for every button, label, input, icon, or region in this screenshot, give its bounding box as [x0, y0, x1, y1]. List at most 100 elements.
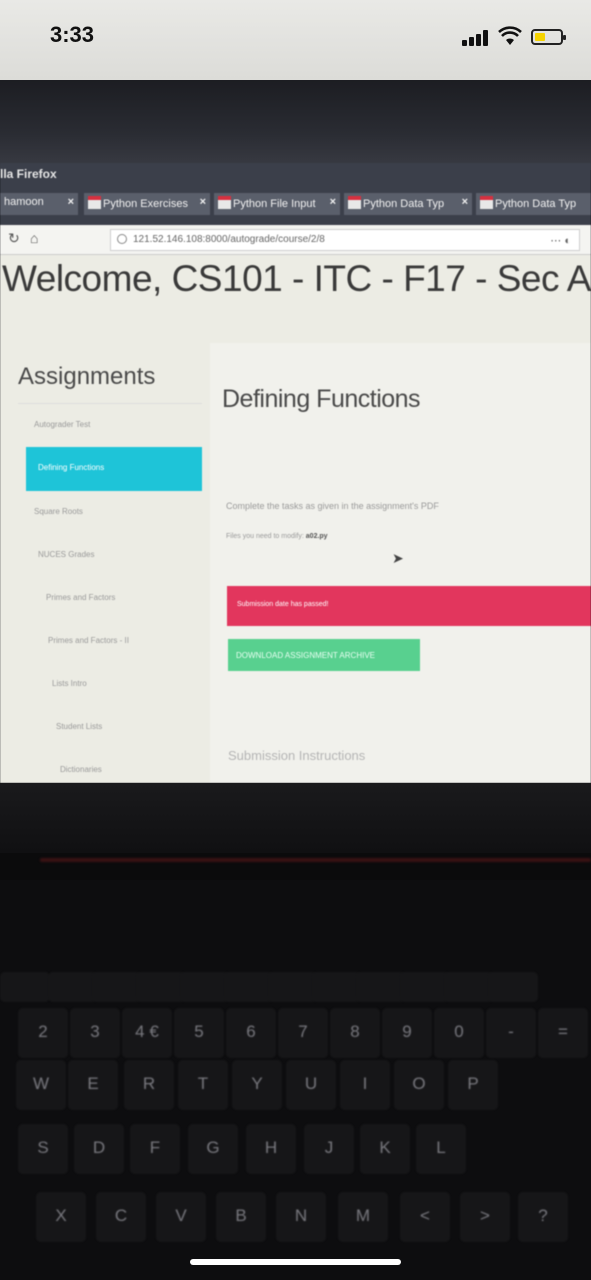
key: R: [124, 1060, 174, 1110]
mouse-cursor-icon: ➤: [392, 550, 404, 566]
key: J: [304, 1124, 354, 1174]
laptop-trim: [40, 858, 591, 862]
status-time: 3:33: [50, 22, 95, 47]
wifi-icon: [498, 26, 522, 45]
browser-tab[interactable]: hamoon ×: [0, 193, 78, 215]
number-key-row: 2 3 4 € 5 6 7 8 9 0 - =: [0, 1008, 591, 1068]
key: I: [340, 1060, 390, 1110]
close-icon[interactable]: ×: [462, 196, 468, 208]
sidebar-item[interactable]: Primes and Factors - II: [18, 620, 202, 663]
sidebar-item-active[interactable]: Defining Functions: [26, 447, 202, 491]
a-key-row: S D F G H J K L: [0, 1124, 591, 1184]
files-to-modify: Files you need to modify: a02.py: [226, 533, 328, 540]
key: F: [130, 1124, 180, 1174]
sidebar-item[interactable]: Primes and Factors: [18, 577, 202, 620]
home-indicator[interactable]: [190, 1259, 401, 1265]
key: V: [156, 1192, 206, 1242]
favicon-icon: [88, 196, 101, 209]
laptop-hinge: [0, 783, 591, 853]
browser-tab[interactable]: Python Data Typ ×: [344, 193, 472, 215]
key: 0: [434, 1008, 484, 1058]
assignment-title: Defining Functions: [222, 385, 421, 413]
page-actions-icon[interactable]: ⋯ ◐: [550, 234, 571, 247]
sidebar-item[interactable]: Lists Intro: [18, 663, 202, 706]
close-icon[interactable]: ×: [330, 196, 336, 208]
browser-tab[interactable]: Python Exercises ×: [84, 193, 210, 215]
url-bar[interactable]: 121.52.146.108:8000/autograde/course/2/8…: [110, 229, 580, 251]
key: =: [538, 1008, 588, 1058]
battery-icon: [531, 29, 566, 45]
key: [356, 972, 406, 1002]
tab-label: hamoon: [4, 196, 44, 208]
key: G: [188, 1124, 238, 1174]
key: K: [360, 1124, 410, 1174]
key: H: [246, 1124, 296, 1174]
phone-status-bar: 3:33: [0, 0, 591, 80]
close-icon[interactable]: ×: [200, 196, 206, 208]
key: [444, 972, 494, 1002]
browser-tab[interactable]: Python Data Typ: [476, 193, 591, 215]
key: [268, 972, 318, 1002]
sidebar-item[interactable]: Student Lists: [18, 706, 202, 749]
key: O: [394, 1060, 444, 1110]
laptop-screen: lla Firefox hamoon × Python Exercises × …: [0, 163, 591, 783]
files-label: Files you need to modify:: [226, 533, 304, 540]
browser-nav-bar: ↻ ⌂ 121.52.146.108:8000/autograde/course…: [0, 225, 591, 255]
key: M: [338, 1192, 388, 1242]
tab-label: Python Data Typ: [495, 198, 577, 210]
key: D: [74, 1124, 124, 1174]
key: C: [96, 1192, 146, 1242]
page-title: Welcome, CS101 - ITC - F17 - Sec A: [2, 258, 591, 299]
key: Y: [232, 1060, 282, 1110]
download-archive-button[interactable]: DOWNLOAD ASSIGNMENT ARCHIVE: [228, 639, 420, 671]
tab-label: Python Data Typ: [363, 198, 445, 210]
files-value: a02.py: [305, 533, 328, 540]
key: [136, 972, 186, 1002]
key: 7: [278, 1008, 328, 1058]
favicon-icon: [218, 196, 231, 209]
key: T: [178, 1060, 228, 1110]
key: 8: [330, 1008, 380, 1058]
reload-icon[interactable]: ↻: [8, 230, 20, 247]
key: W: [16, 1060, 66, 1110]
favicon-icon: [480, 196, 493, 209]
browser-tab[interactable]: Python File Input ×: [214, 193, 340, 215]
key: [180, 972, 230, 1002]
key: N: [276, 1192, 326, 1242]
z-key-row: X C V B N M < > ?: [0, 1192, 591, 1252]
key: [92, 972, 142, 1002]
key: ?: [518, 1192, 568, 1242]
sidebar-item[interactable]: Square Roots: [18, 491, 202, 534]
browser-tab-strip: lla Firefox hamoon × Python Exercises × …: [0, 163, 591, 225]
key: [400, 972, 450, 1002]
key: S: [18, 1124, 68, 1174]
task-description: Complete the tasks as given in the assig…: [226, 501, 439, 511]
tab-label: Python File Input: [233, 198, 316, 210]
q-key-row: W E R T Y U I O P: [0, 1060, 591, 1120]
sidebar-item[interactable]: Autograder Test: [18, 404, 202, 447]
close-icon[interactable]: ×: [68, 196, 74, 208]
key: <: [400, 1192, 450, 1242]
key: -: [486, 1008, 536, 1058]
key: [488, 972, 538, 1002]
sidebar-item[interactable]: Dictionaries: [18, 749, 202, 783]
key: 4 €: [122, 1008, 172, 1058]
home-icon[interactable]: ⌂: [30, 230, 38, 246]
key: 3: [70, 1008, 120, 1058]
key: 9: [382, 1008, 432, 1058]
sidebar-item[interactable]: NUCES Grades: [18, 534, 202, 577]
key: U: [286, 1060, 336, 1110]
cellular-signal-icon: [462, 30, 492, 46]
key: >: [460, 1192, 510, 1242]
key: L: [416, 1124, 466, 1174]
key: X: [36, 1192, 86, 1242]
key: [224, 972, 274, 1002]
key: [0, 972, 50, 1002]
favicon-icon: [348, 196, 361, 209]
assignments-sidebar: Assignments Autograder Test Defining Fun…: [18, 363, 202, 783]
key: [312, 972, 362, 1002]
key: B: [216, 1192, 266, 1242]
window-title: lla Firefox: [0, 167, 57, 181]
key: 6: [226, 1008, 276, 1058]
laptop-keyboard: 2 3 4 € 5 6 7 8 9 0 - = W E R T Y U I O …: [0, 880, 591, 1280]
